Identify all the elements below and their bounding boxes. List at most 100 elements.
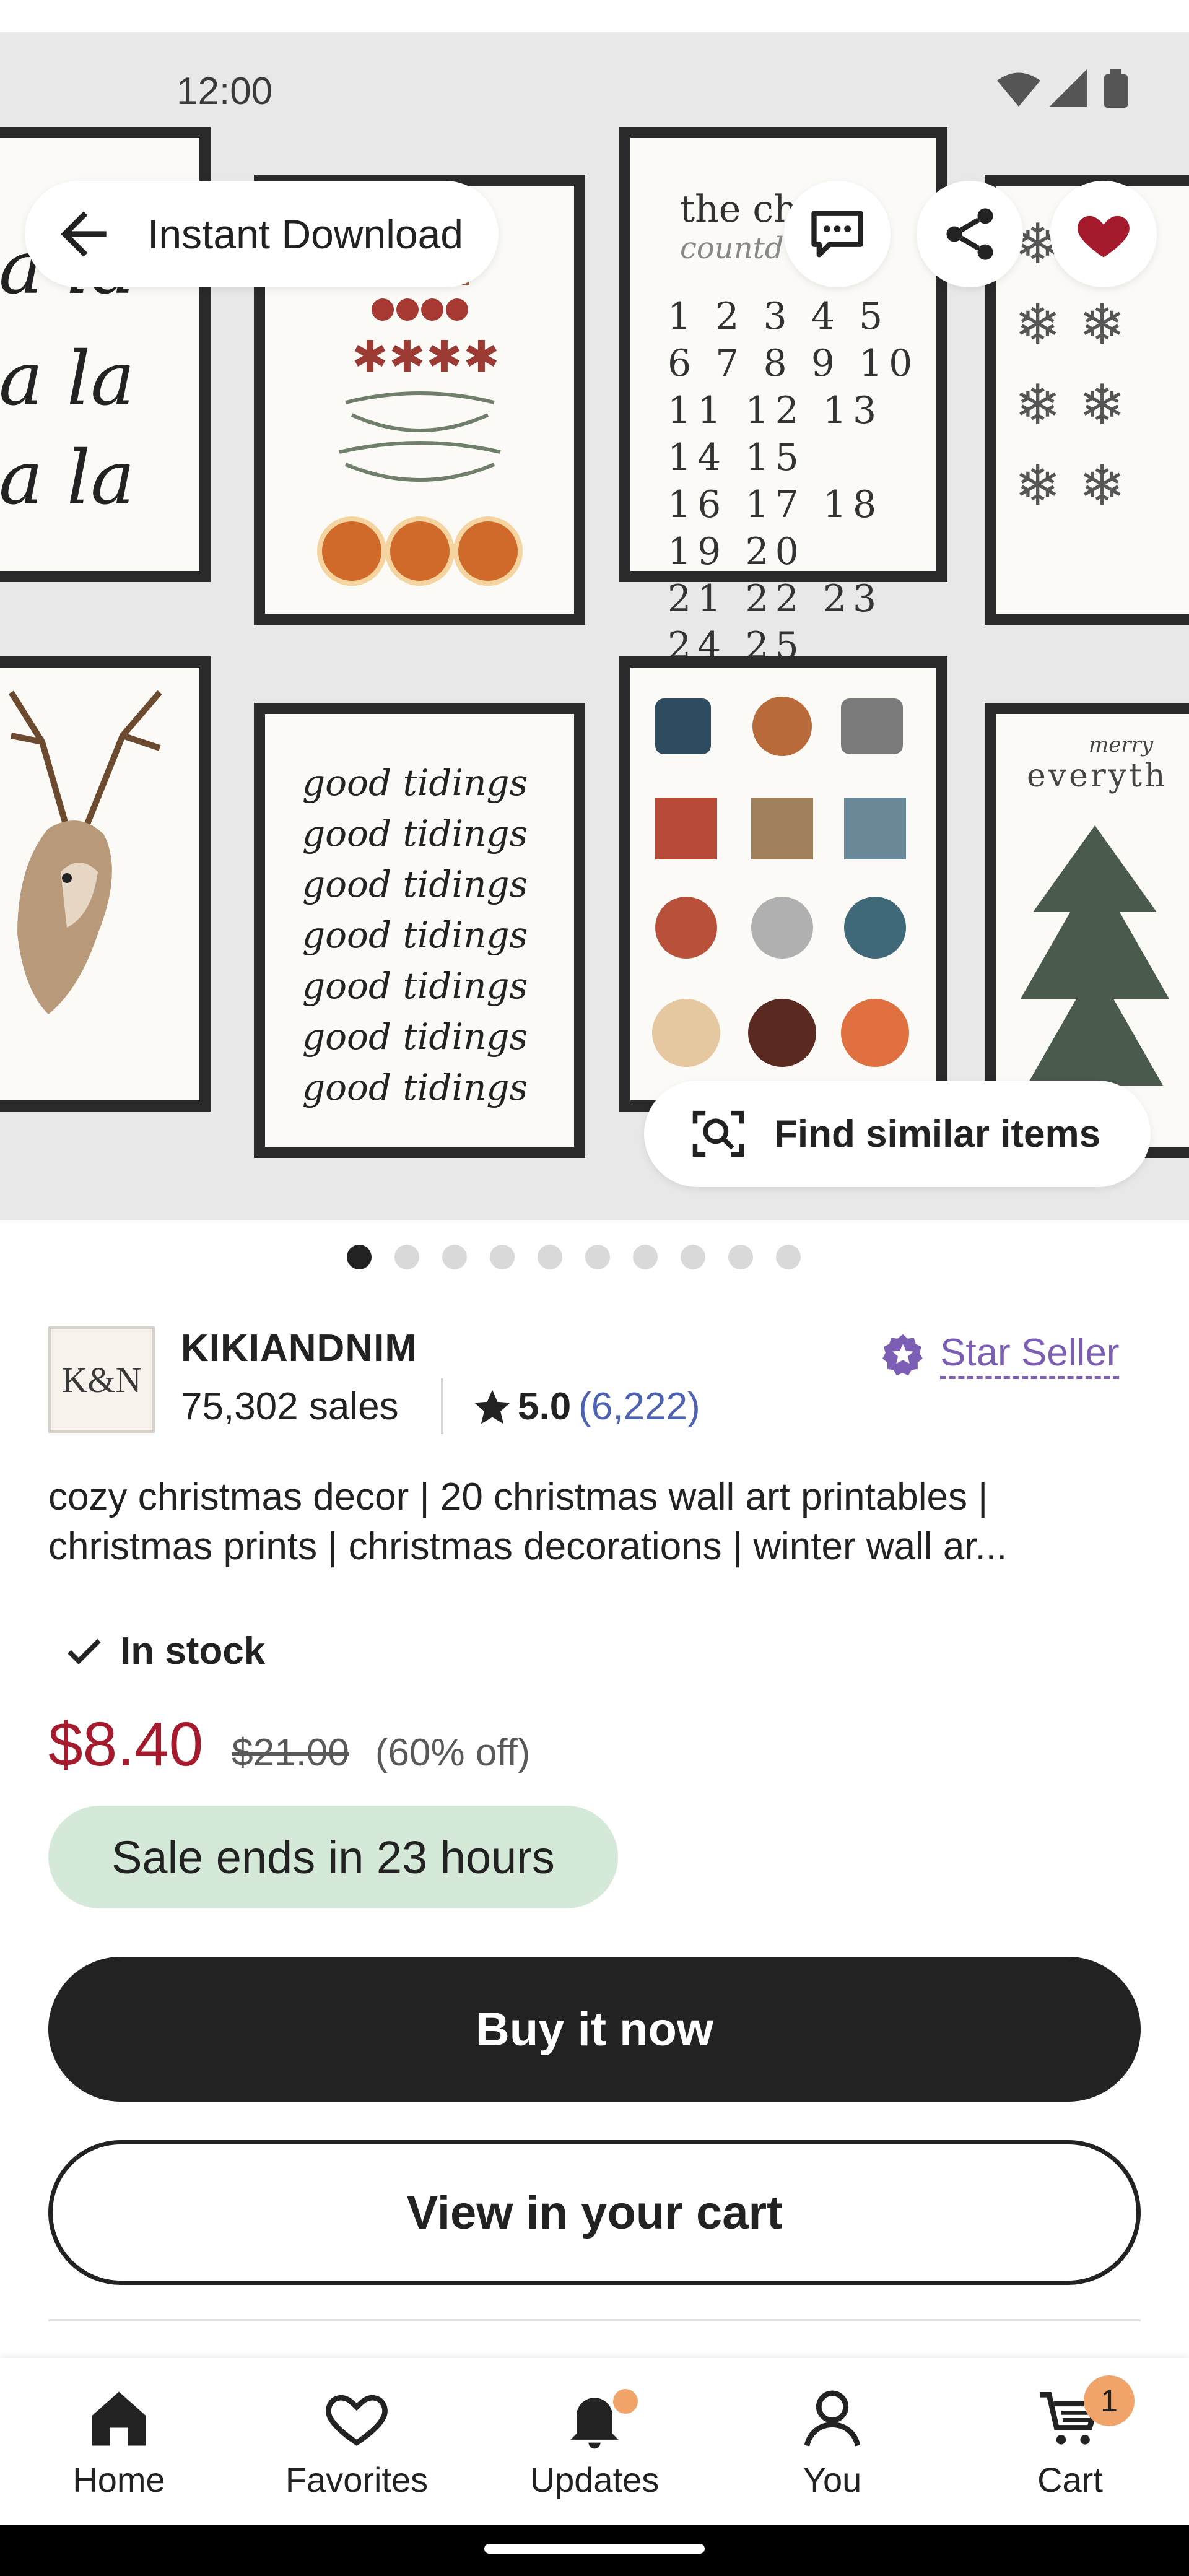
find-similar-label: Find similar items bbox=[774, 1112, 1101, 1155]
pagination-dot[interactable] bbox=[776, 1245, 801, 1269]
top-strip bbox=[0, 0, 1189, 32]
frame-text: countd bbox=[680, 231, 784, 266]
original-price: $21.00 bbox=[232, 1731, 349, 1774]
frame-text: good tidings bbox=[302, 762, 528, 804]
nav-updates[interactable]: Updates bbox=[476, 2383, 713, 2500]
print-frame-tidings: good tidings good tidings good tidings g… bbox=[254, 703, 585, 1158]
home-gesture-handle[interactable] bbox=[484, 2544, 705, 2554]
listing-title-line: christmas prints | christmas decorations… bbox=[48, 1525, 1008, 1568]
chat-icon bbox=[811, 211, 863, 258]
back-button[interactable]: Instant Download bbox=[25, 181, 499, 287]
frame-text: good tidings bbox=[302, 863, 528, 905]
nav-favorites[interactable]: Favorites bbox=[238, 2383, 476, 2500]
discount-percent: (60% off) bbox=[375, 1731, 531, 1774]
pagination-dot[interactable] bbox=[633, 1245, 658, 1269]
instant-download-label: Instant Download bbox=[147, 211, 463, 257]
svg-text:✱: ✱ bbox=[463, 331, 500, 382]
sale-price: $8.40 bbox=[48, 1710, 204, 1779]
star-seller-icon bbox=[882, 1334, 923, 1375]
pagination-dot[interactable] bbox=[538, 1245, 562, 1269]
listing-title[interactable]: cozy christmas decor | 20 christmas wall… bbox=[48, 1473, 1138, 1572]
frame-text: good tidings bbox=[302, 1016, 528, 1058]
pagination-dot[interactable] bbox=[728, 1245, 753, 1269]
nav-you[interactable]: You bbox=[713, 2383, 951, 2500]
check-icon bbox=[68, 1638, 101, 1665]
frame-text: good tidings bbox=[302, 914, 528, 956]
nav-label: You bbox=[803, 2460, 862, 2499]
nav-home[interactable]: Home bbox=[0, 2383, 238, 2500]
share-icon bbox=[946, 208, 993, 260]
wifi-icon bbox=[997, 72, 1040, 107]
heart-filled-icon bbox=[1078, 215, 1130, 258]
star-seller-label: Star Seller bbox=[940, 1330, 1120, 1379]
cart-count-badge: 1 bbox=[1084, 2375, 1135, 2426]
listing-title-line: cozy christmas decor | 20 christmas wall… bbox=[48, 1476, 988, 1518]
frame-text: a la bbox=[0, 336, 135, 422]
christmas-items-illustration bbox=[652, 697, 909, 1067]
nav-label: Updates bbox=[529, 2460, 660, 2499]
frame-text: 1 2 3 4 5 bbox=[668, 295, 889, 338]
pagination-dot[interactable] bbox=[585, 1245, 610, 1269]
sale-ends-banner: Sale ends in 23 hours bbox=[48, 1806, 618, 1908]
frame-text: 11 12 13 14 15 bbox=[668, 389, 883, 479]
pine-tree-illustration bbox=[1021, 825, 1169, 1110]
home-icon bbox=[92, 2391, 146, 2446]
frame-text: good tidings bbox=[302, 965, 528, 1007]
pagination-dot[interactable] bbox=[490, 1245, 515, 1269]
section-divider bbox=[48, 2319, 1141, 2321]
svg-text:✱: ✱ bbox=[389, 331, 425, 382]
svg-text:✱: ✱ bbox=[352, 331, 388, 382]
shop-sales-count: 75,302 sales bbox=[181, 1385, 399, 1428]
visual-search-icon bbox=[692, 1110, 744, 1157]
pagination-dot[interactable] bbox=[347, 1245, 372, 1269]
pagination-dot[interactable] bbox=[442, 1245, 467, 1269]
person-icon bbox=[804, 2390, 861, 2447]
frame-text: good tidings bbox=[302, 812, 528, 855]
review-count-link[interactable]: (6,222) bbox=[578, 1385, 700, 1429]
star-icon bbox=[474, 1390, 510, 1424]
nav-label: Cart bbox=[1037, 2460, 1103, 2499]
heart-icon bbox=[326, 2395, 388, 2446]
pagination-dot[interactable] bbox=[681, 1245, 705, 1269]
frame-text: merry bbox=[1089, 733, 1154, 757]
shop-logo[interactable]: K&N bbox=[48, 1326, 155, 1433]
divider bbox=[441, 1378, 443, 1434]
shop-logo-text: K&N bbox=[61, 1359, 142, 1400]
nav-label: Home bbox=[72, 2460, 165, 2499]
view-in-cart-button[interactable]: View in your cart bbox=[48, 2140, 1141, 2285]
nav-cart[interactable]: 1 Cart bbox=[951, 2375, 1189, 2500]
signal-icon bbox=[1050, 69, 1087, 107]
buy-it-now-button[interactable]: Buy it now bbox=[48, 1957, 1141, 2102]
find-similar-items-button[interactable]: Find similar items bbox=[644, 1081, 1151, 1187]
frame-text: 16 17 18 19 20 bbox=[668, 483, 883, 573]
frame-text: a la bbox=[0, 435, 135, 521]
frame-text: 6 7 8 9 10 bbox=[668, 342, 919, 385]
message-seller-button[interactable] bbox=[784, 181, 891, 287]
stock-label: In stock bbox=[120, 1629, 266, 1673]
print-frame-calendar: the chri s countd 1 2 3 4 5 6 7 8 9 10 1… bbox=[619, 127, 947, 668]
stock-status: In stock bbox=[62, 1629, 265, 1673]
nav-label: Favorites bbox=[285, 2460, 429, 2499]
battery-icon bbox=[1104, 69, 1128, 108]
print-frame-christmas-items bbox=[619, 656, 947, 1112]
pagination-dot[interactable] bbox=[394, 1245, 419, 1269]
status-icons bbox=[997, 69, 1128, 108]
share-button[interactable] bbox=[917, 181, 1023, 287]
back-arrow-icon bbox=[61, 211, 107, 257]
star-seller-badge[interactable]: Star Seller bbox=[879, 1330, 1120, 1379]
shop-rating[interactable]: 5.0 (6,222) bbox=[472, 1385, 700, 1429]
notification-dot bbox=[613, 2389, 638, 2414]
rating-score: 5.0 bbox=[518, 1385, 572, 1428]
frame-text: 21 22 23 24 25 bbox=[668, 577, 883, 668]
image-pagination bbox=[347, 1245, 801, 1269]
price-row: $8.40 $21.00 (60% off) bbox=[48, 1709, 530, 1780]
bottom-navigation: Home Favorites Updates You 1 Cart bbox=[0, 2358, 1189, 2525]
deer-illustration bbox=[8, 690, 162, 1014]
frame-text: everyth bbox=[1027, 757, 1168, 794]
shop-name[interactable]: KIKIANDNIM bbox=[181, 1326, 417, 1370]
listing-image-carousel[interactable]: a la a la a la ✱✱✱✱ bbox=[0, 0, 1189, 1220]
frame-text: good tidings bbox=[302, 1066, 528, 1108]
svg-text:✱: ✱ bbox=[426, 331, 463, 382]
status-time: 12:00 bbox=[176, 70, 273, 113]
favorite-button[interactable] bbox=[1050, 181, 1157, 287]
